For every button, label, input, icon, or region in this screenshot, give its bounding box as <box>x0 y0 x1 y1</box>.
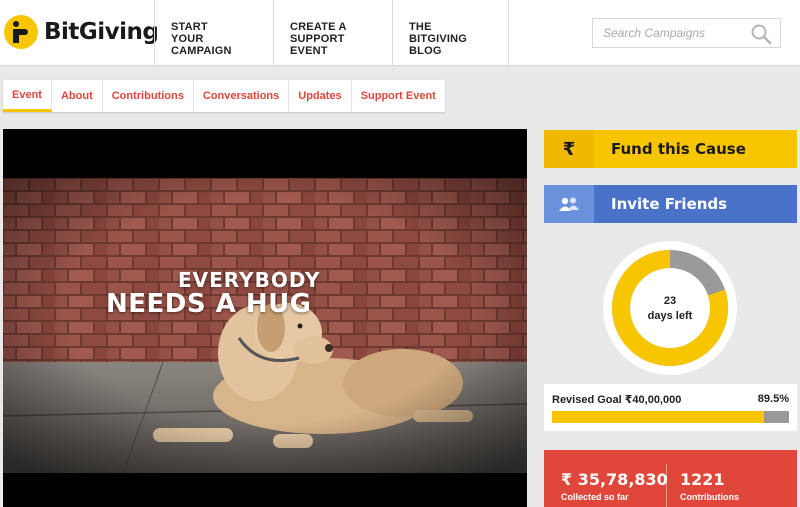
nav-label-line1: START <box>171 21 208 33</box>
brand-name: BitGiving <box>44 19 159 45</box>
video-title-line2: NEEDS A HUG <box>106 289 312 319</box>
collected-label: Collected so far <box>561 492 629 502</box>
rupee-icon: ₹ <box>544 130 594 168</box>
collected-amount: ₹ 35,78,830 <box>561 470 668 489</box>
goal-progress-bar <box>552 411 789 423</box>
tab-updates[interactable]: Updates <box>289 80 352 112</box>
days-left-count: 23 <box>663 295 677 307</box>
nav-create-support-event[interactable]: CREATE A SUPPORT EVENT <box>273 0 393 66</box>
nav-start-campaign[interactable]: START YOUR CAMPAIGN <box>154 0 274 66</box>
tab-contributions[interactable]: Contributions <box>103 80 194 112</box>
nav-label-line2: YOUR CAMPAIGN <box>171 33 232 57</box>
bitgiving-logo-icon <box>4 15 38 49</box>
search-icon[interactable] <box>750 23 772 45</box>
campaign-video[interactable]: EVERYBODY NEEDS A HUG <box>3 129 527 507</box>
nav-label-line1: THE <box>409 21 432 33</box>
campaign-stats: ₹ 35,78,830 Collected so far 1221 Contri… <box>544 450 797 507</box>
contributions-count: 1221 <box>680 470 725 489</box>
friends-icon <box>544 185 594 223</box>
tab-support-event[interactable]: Support Event <box>352 80 445 112</box>
fund-cause-label: Fund this Cause <box>611 140 746 158</box>
tab-event[interactable]: Event <box>3 80 52 112</box>
goal-progress-fill <box>552 411 765 423</box>
video-frame: EVERYBODY NEEDS A HUG <box>3 178 527 473</box>
brand-logo[interactable]: BitGiving <box>4 14 159 50</box>
invite-friends-label: Invite Friends <box>611 195 728 213</box>
tab-about[interactable]: About <box>52 80 103 112</box>
tab-conversations[interactable]: Conversations <box>194 80 290 112</box>
contributions-label: Contributions <box>680 492 739 502</box>
nav-label-line1: CREATE A <box>290 21 347 33</box>
contributions-stat: 1221 Contributions <box>680 470 739 502</box>
goal-label: Revised Goal ₹40,00,000 <box>552 394 682 406</box>
goal-percent: 89.5% <box>757 393 789 405</box>
goal-progress: Revised Goal ₹40,00,000 89.5% <box>544 384 797 431</box>
days-left-text: 23 days left <box>603 294 737 324</box>
invite-friends-button[interactable]: Invite Friends <box>544 185 797 223</box>
nav-blog[interactable]: THE BITGIVING BLOG <box>392 0 509 66</box>
campaign-tabs: Event About Contributions Conversations … <box>3 80 445 112</box>
days-left-label: days left <box>647 310 693 322</box>
search-input[interactable] <box>593 19 743 47</box>
nav-label-line2: BITGIVING BLOG <box>409 33 468 57</box>
dog-scene-illustration <box>3 178 527 473</box>
collected-stat: ₹ 35,78,830 Collected so far <box>561 470 668 502</box>
fund-cause-button[interactable]: ₹ Fund this Cause <box>544 130 797 168</box>
site-header: BitGiving START YOUR CAMPAIGN CREATE A S… <box>0 0 800 66</box>
stats-divider <box>666 464 667 507</box>
days-left-donut: 23 days left <box>603 241 737 375</box>
search-box <box>592 18 781 48</box>
nav-label-line2: SUPPORT EVENT <box>290 33 345 57</box>
